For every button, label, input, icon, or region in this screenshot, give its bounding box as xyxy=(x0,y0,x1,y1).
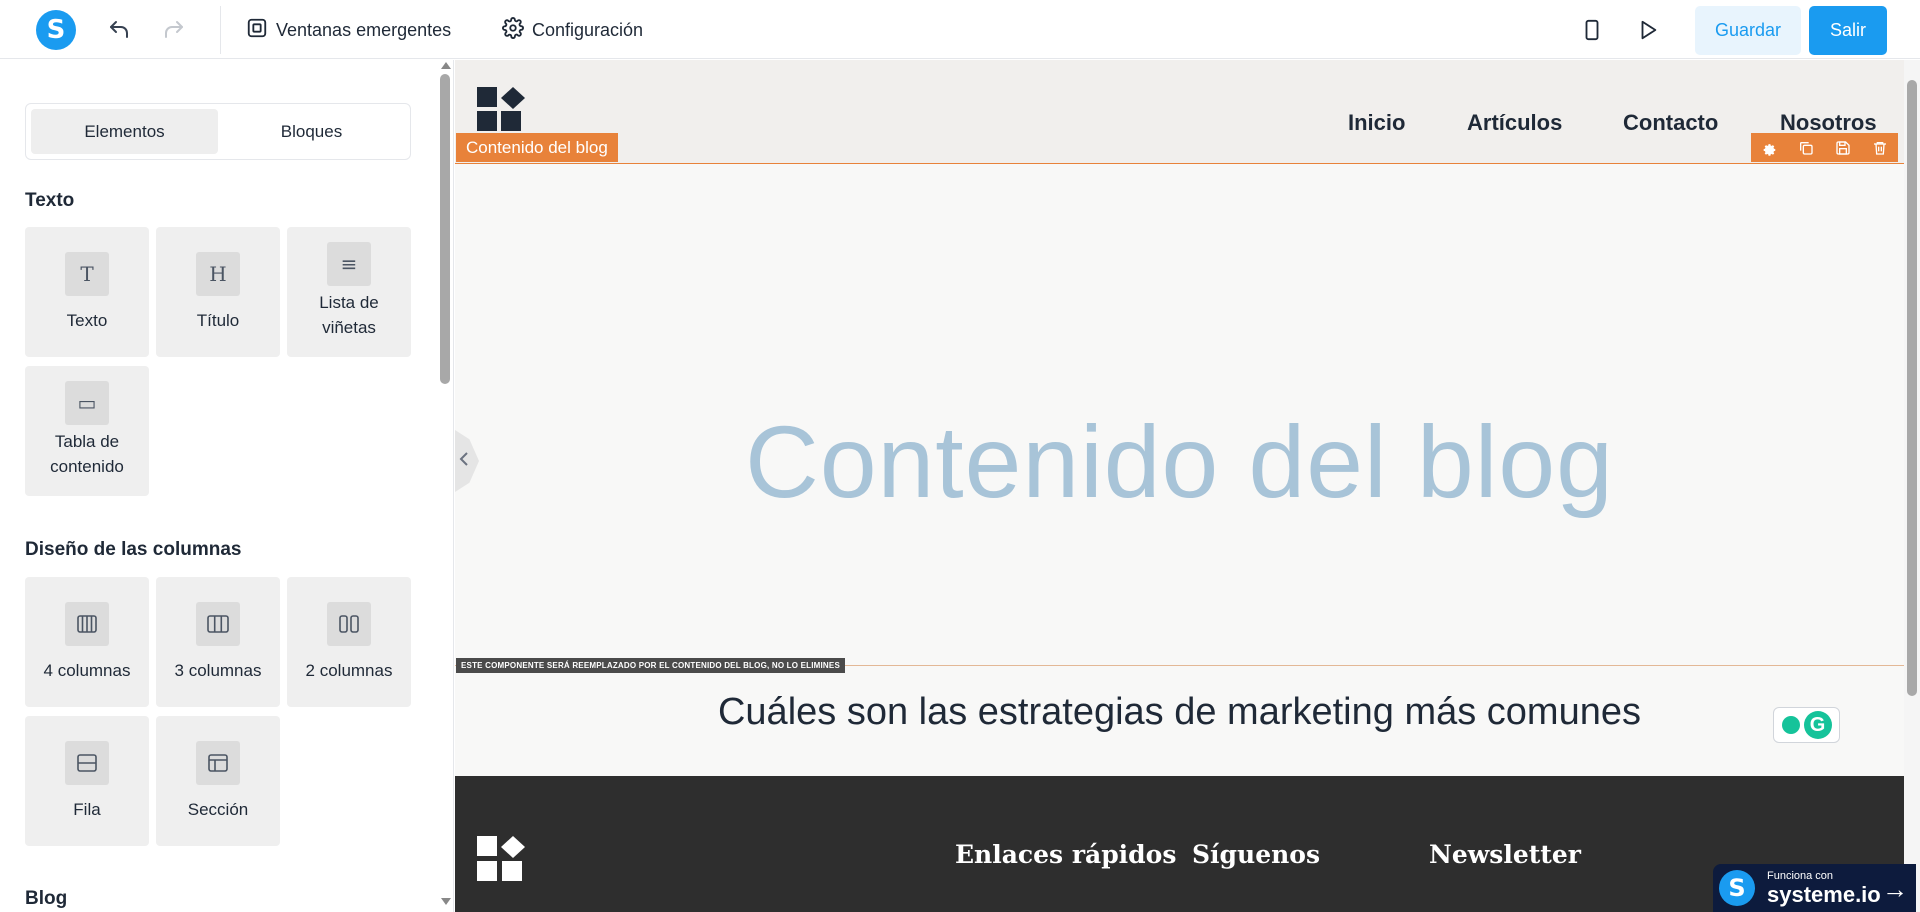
site-logo-icon xyxy=(477,87,525,131)
block-toolbar xyxy=(1751,133,1898,162)
save-icon[interactable] xyxy=(1835,140,1851,156)
article-title[interactable]: Cuáles son las estrategias de marketing … xyxy=(455,691,1904,734)
section-icon xyxy=(196,741,240,785)
arrow-right-icon: → xyxy=(1882,874,1908,904)
popup-icon xyxy=(246,17,268,44)
save-button[interactable]: Guardar xyxy=(1695,6,1801,55)
footer-heading-newsletter: Newsletter xyxy=(1429,840,1581,869)
element-2-columns[interactable]: 2 columnas xyxy=(287,577,411,707)
element-section[interactable]: Sección xyxy=(156,716,280,846)
scroll-up-arrow[interactable] xyxy=(441,62,451,69)
element-label: Sección xyxy=(187,800,249,819)
element-label: Texto xyxy=(66,311,108,330)
redo-icon[interactable] xyxy=(160,16,188,44)
popups-label: Ventanas emergentes xyxy=(276,19,452,40)
element-label: Fila xyxy=(73,800,101,819)
element-label: Tabla de contenido xyxy=(50,432,124,476)
nav-contacto[interactable]: Contacto xyxy=(1623,110,1718,136)
settings-label: Configuración xyxy=(532,19,644,40)
element-label: 4 columnas xyxy=(43,661,131,680)
duplicate-icon[interactable] xyxy=(1798,140,1814,156)
four-columns-icon xyxy=(65,602,109,646)
tab-blocks[interactable]: Bloques xyxy=(218,109,405,154)
element-table-of-contents[interactable]: ▭ Tabla de contenido xyxy=(25,366,149,496)
settings-button[interactable]: Configuración xyxy=(502,14,643,46)
elements-sidebar: Elementos Bloques Texto T Texto H Título… xyxy=(0,60,454,912)
section-title-text: Texto xyxy=(25,190,75,211)
sidebar-tabs: Elementos Bloques xyxy=(25,103,411,160)
element-label: 3 columnas xyxy=(174,661,262,680)
systeme-powered-badge[interactable]: S Funciona con systeme.io → xyxy=(1713,864,1916,912)
top-toolbar: S Ventanas emergentes Configuración Guar… xyxy=(0,0,1920,59)
tab-elements[interactable]: Elementos xyxy=(31,109,218,154)
popups-button[interactable]: Ventanas emergentes xyxy=(246,14,451,46)
badge-small-text: Funciona con xyxy=(1767,869,1834,882)
sidebar-scrollbar[interactable] xyxy=(440,74,450,384)
heading-icon: H xyxy=(196,252,240,296)
grammarly-icon: G xyxy=(1803,711,1832,739)
nav-inicio[interactable]: Inicio xyxy=(1348,110,1405,136)
undo-icon[interactable] xyxy=(105,16,133,44)
blog-content-label[interactable]: Contenido del blog xyxy=(456,133,618,162)
element-label: Título xyxy=(196,311,240,330)
page-canvas: Inicio Artículos Contacto Nosotros Conte… xyxy=(455,60,1904,912)
nav-articulos[interactable]: Artículos xyxy=(1467,110,1562,136)
element-row[interactable]: Fila xyxy=(25,716,149,846)
footer-heading-links: Enlaces rápidos xyxy=(955,840,1177,869)
table-icon: ▭ xyxy=(65,381,109,425)
footer-heading-follow: Síguenos xyxy=(1192,840,1321,869)
section-title-columns: Diseño de las columnas xyxy=(25,539,242,560)
bulb-icon xyxy=(1781,716,1800,734)
two-columns-icon xyxy=(327,602,371,646)
gear-icon xyxy=(502,16,524,44)
blog-content-block[interactable]: Contenido del blog xyxy=(455,164,1904,724)
element-label: Lista de viñetas xyxy=(319,293,379,337)
exit-button[interactable]: Salir xyxy=(1809,6,1887,55)
row-icon xyxy=(65,741,109,785)
chevron-left-icon xyxy=(459,451,469,472)
systeme-logo[interactable]: S xyxy=(36,10,76,50)
gear-icon[interactable] xyxy=(1761,140,1777,156)
element-label: 2 columnas xyxy=(305,661,393,680)
play-preview-icon[interactable] xyxy=(1634,16,1662,44)
element-text[interactable]: T Texto xyxy=(25,227,149,357)
blog-content-placeholder: Contenido del blog xyxy=(745,405,1614,519)
list-icon: ≡ xyxy=(327,242,371,286)
element-4-columns[interactable]: 4 columnas xyxy=(25,577,149,707)
three-columns-icon xyxy=(196,602,240,646)
mobile-preview-icon[interactable] xyxy=(1578,16,1606,44)
section-title-blog: Blog xyxy=(25,888,68,909)
element-title[interactable]: H Título xyxy=(156,227,280,357)
blog-component-note: ESTE COMPONENTE SERÁ REEMPLAZADO POR EL … xyxy=(456,658,845,673)
footer-logo-icon xyxy=(477,836,525,881)
site-footer[interactable]: Enlaces rápidos Síguenos Newsletter xyxy=(455,776,1904,912)
site-header[interactable]: Inicio Artículos Contacto Nosotros xyxy=(455,60,1904,163)
element-3-columns[interactable]: 3 columnas xyxy=(156,577,280,707)
badge-brand-text: systeme.io xyxy=(1767,881,1881,907)
text-icon: T xyxy=(65,252,109,296)
systeme-logo: S xyxy=(1719,870,1755,906)
toolbar-divider xyxy=(220,6,221,54)
element-bullet-list[interactable]: ≡ Lista de viñetas xyxy=(287,227,411,357)
grammarly-widget[interactable]: G xyxy=(1773,707,1840,743)
trash-icon[interactable] xyxy=(1872,140,1888,156)
canvas-scrollbar[interactable] xyxy=(1907,80,1917,696)
scroll-down-arrow[interactable] xyxy=(441,898,451,905)
